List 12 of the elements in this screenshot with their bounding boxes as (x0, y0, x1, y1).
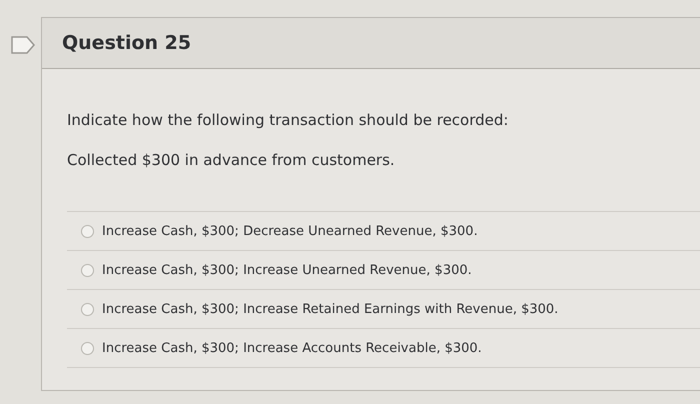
radio-button[interactable] (81, 342, 94, 354)
flag-icon[interactable] (10, 35, 36, 55)
radio-button[interactable] (81, 302, 94, 316)
answer-option[interactable]: Increase Cash, $300; Increase Accounts Receivable, $300. (102, 340, 482, 356)
transaction-text: Collected $300 in advance from customers. (67, 151, 396, 169)
question-prompt: Indicate how the following transaction should be recorded: (67, 111, 510, 129)
answer-option[interactable]: Increase Cash, $300; Increase Unearned Revenue, $300. (102, 262, 472, 278)
radio-button[interactable] (81, 264, 94, 276)
answer-option[interactable]: Increase Cash, $300; Increase Retained Earnings with Revenue, $300. (102, 302, 558, 316)
question-title: Question 25 (62, 32, 192, 54)
answer-option[interactable]: Increase Cash, $300; Decrease Unearned Revenue, $300. (102, 224, 478, 238)
radio-button[interactable] (81, 224, 94, 238)
